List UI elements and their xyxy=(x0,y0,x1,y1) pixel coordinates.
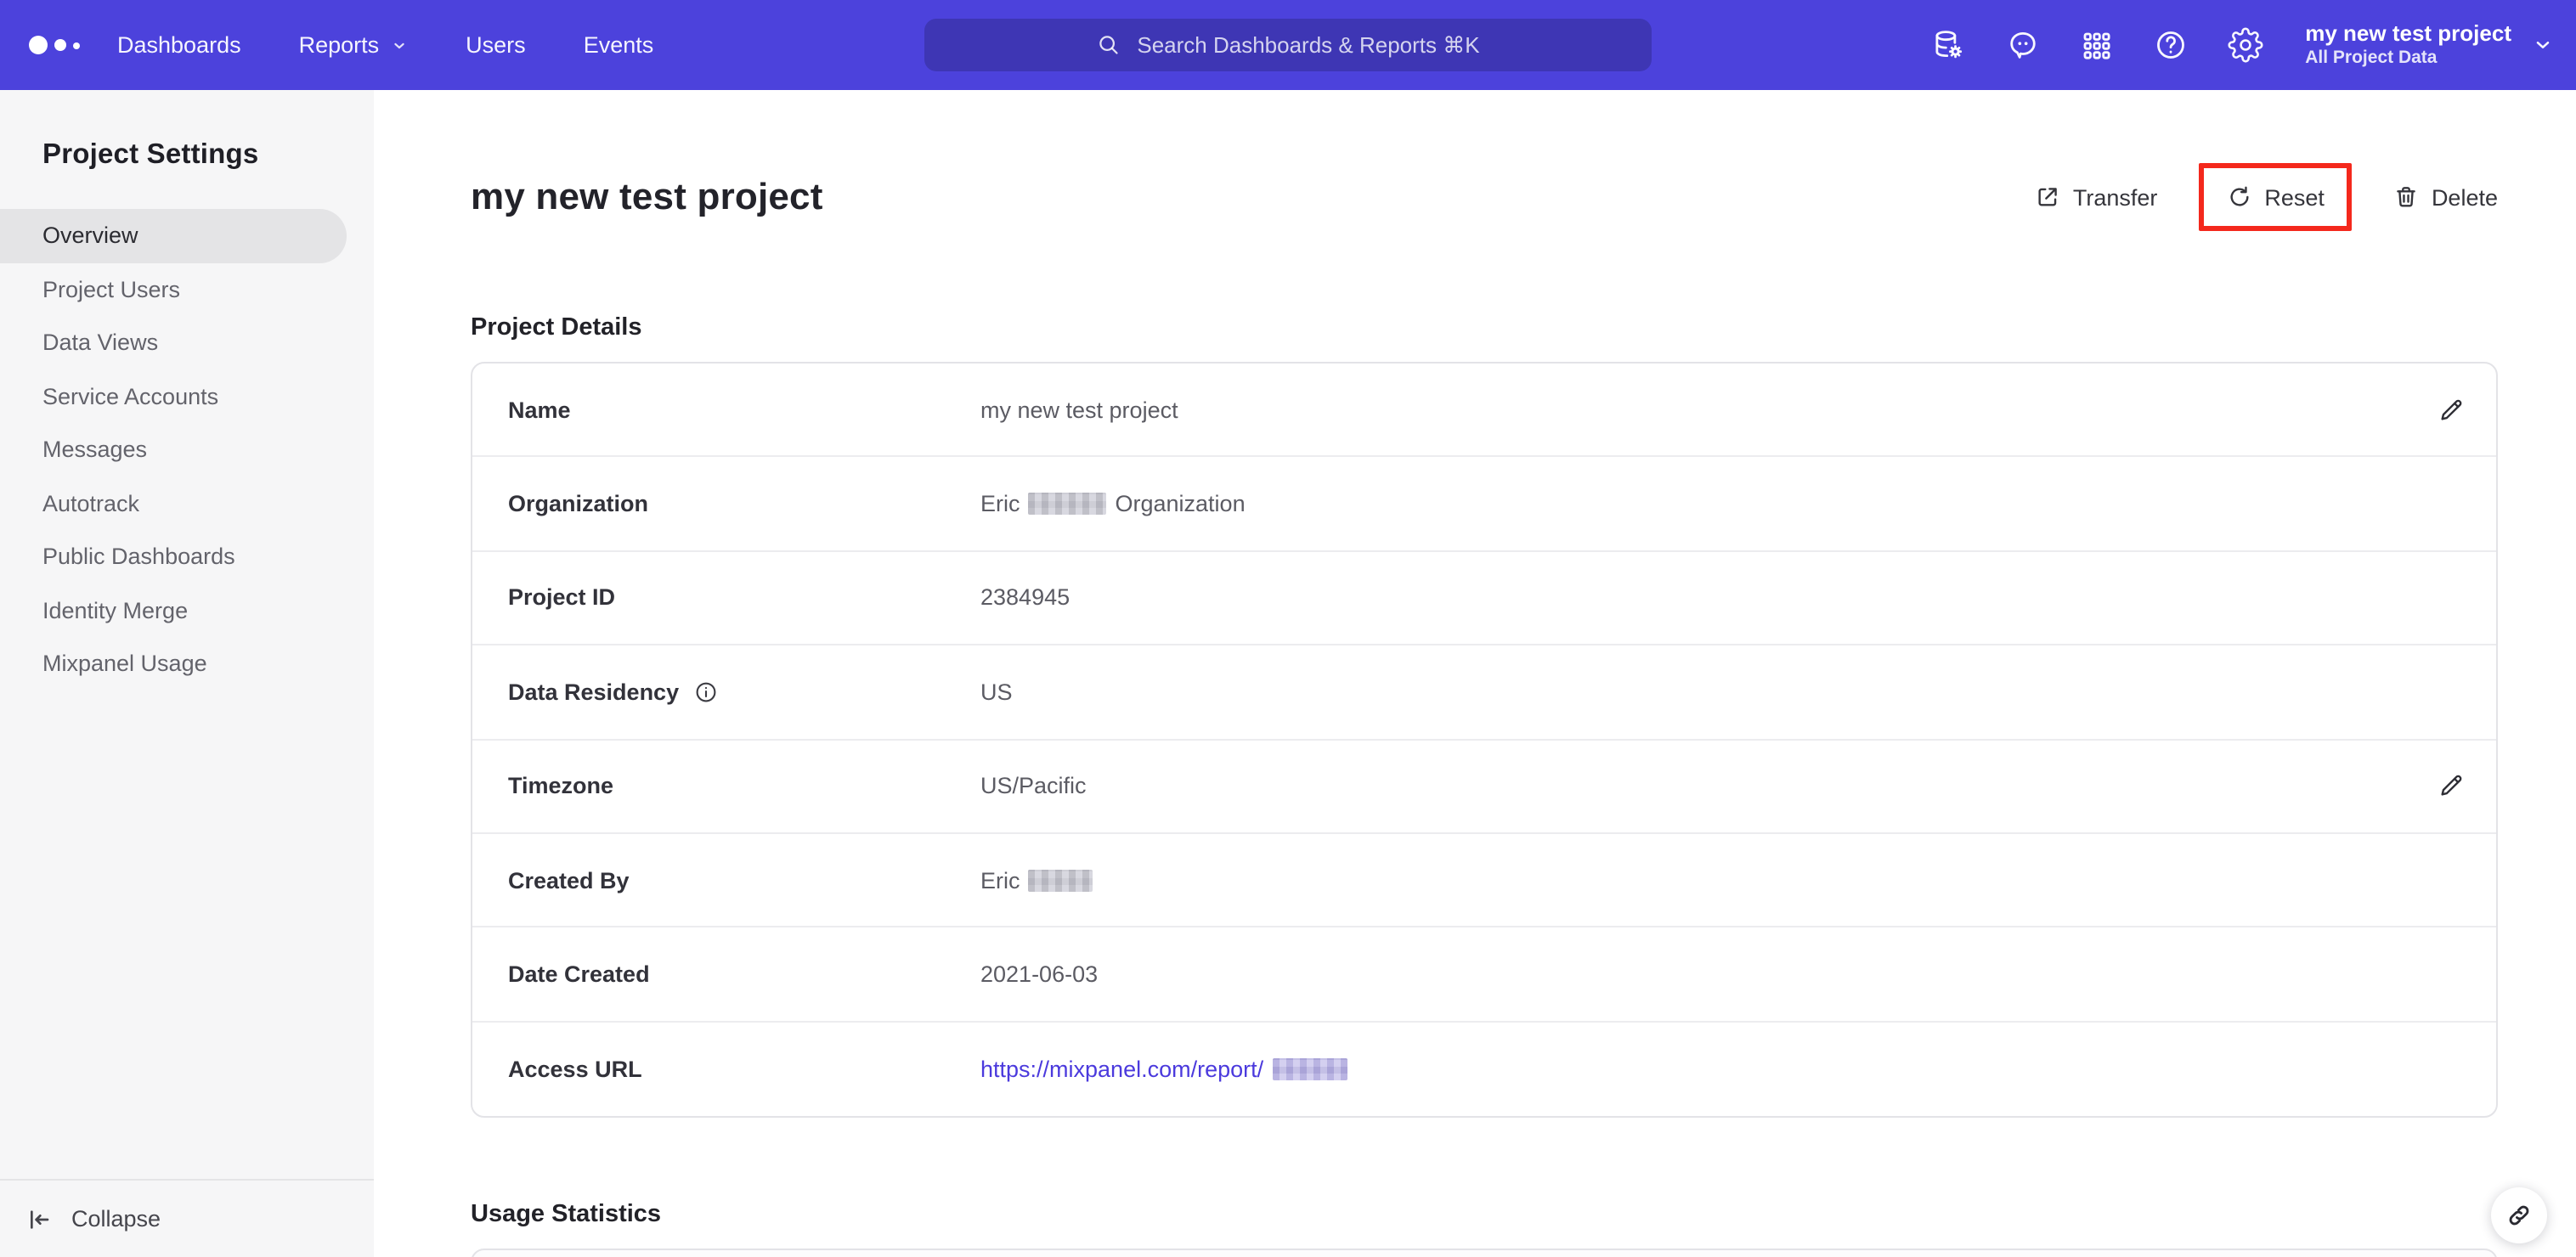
nav-events[interactable]: Events xyxy=(584,32,654,58)
data-residency-label: Data Residency xyxy=(508,679,680,705)
access-url-link[interactable]: https://mixpanel.com/report/ xyxy=(980,1057,1347,1082)
organization-value-prefix: Eric xyxy=(980,491,1020,517)
detail-row-name: Name my new test project xyxy=(472,364,2496,458)
nav-reports[interactable]: Reports xyxy=(299,32,409,58)
project-id-label: Project ID xyxy=(508,584,616,611)
nav-reports-label: Reports xyxy=(298,32,380,58)
feedback-button[interactable] xyxy=(2004,27,2040,63)
nav-right-cluster: my new test project All Project Data xyxy=(1929,0,2554,90)
current-project-name: my new test project xyxy=(2305,20,2511,46)
usage-statistics-heading: Usage Statistics xyxy=(471,1201,662,1229)
transfer-button[interactable]: Transfer xyxy=(2034,183,2158,211)
detail-row-access-url: Access URL https://mixpanel.com/report/ xyxy=(472,1022,2496,1116)
sidebar-item-overview[interactable]: Overview xyxy=(0,209,347,262)
settings-button[interactable] xyxy=(2227,27,2262,63)
project-details-heading: Project Details xyxy=(471,314,642,341)
redacted-text xyxy=(1028,493,1107,516)
timezone-label: Timezone xyxy=(508,773,614,799)
annotation-highlight-box: Reset xyxy=(2198,163,2352,231)
organization-label: Organization xyxy=(508,491,649,517)
pencil-icon xyxy=(2441,399,2462,420)
search-placeholder: Search Dashboards & Reports ⌘K xyxy=(1137,31,1480,57)
detail-row-created-by: Created By Eric xyxy=(472,834,2496,928)
project-actions: Transfer Reset Delete xyxy=(2034,163,2498,231)
collapse-icon xyxy=(31,1209,49,1228)
access-url-label: Access URL xyxy=(508,1056,642,1082)
chevron-down-icon xyxy=(394,42,404,48)
sidebar-title: Project Settings xyxy=(42,139,259,170)
collapse-label: Collapse xyxy=(71,1206,161,1232)
organization-value-suffix: Organization xyxy=(1115,491,1246,517)
created-by-value-prefix: Eric xyxy=(980,867,1020,893)
sidebar-item-messages[interactable]: Messages xyxy=(0,423,347,476)
delete-button[interactable]: Delete xyxy=(2392,183,2498,211)
detail-row-timezone: Timezone US/Pacific xyxy=(472,740,2496,834)
data-pipeline-button[interactable] xyxy=(1929,27,1965,63)
search-icon xyxy=(1099,36,1118,54)
sidebar-item-public-dashboards[interactable]: Public Dashboards xyxy=(0,530,347,583)
transfer-label: Transfer xyxy=(2072,184,2158,210)
detail-row-organization: Organization Eric Organization xyxy=(472,458,2496,552)
access-url-text: https://mixpanel.com/report/ xyxy=(980,1056,1264,1082)
nav-users[interactable]: Users xyxy=(466,32,526,58)
reset-label: Reset xyxy=(2264,184,2325,210)
detail-row-date-created: Date Created 2021-06-03 xyxy=(472,928,2496,1023)
settings-sidebar: Project Settings Overview Project Users … xyxy=(0,90,374,1257)
date-created-value: 2021-06-03 xyxy=(980,961,1099,988)
name-value: my new test project xyxy=(980,397,1178,423)
edit-timezone-button[interactable] xyxy=(2437,772,2466,801)
chat-bubble-icon xyxy=(2009,31,2035,59)
help-button[interactable] xyxy=(2152,27,2188,63)
nav-dashboards[interactable]: Dashboards xyxy=(117,32,241,58)
apps-grid-icon xyxy=(2082,31,2110,59)
logo-dot-icon xyxy=(73,42,80,48)
timezone-value: US/Pacific xyxy=(980,773,1087,799)
info-icon[interactable] xyxy=(692,679,718,705)
gear-icon xyxy=(2227,27,2262,63)
sidebar-item-project-users[interactable]: Project Users xyxy=(0,262,347,316)
sidebar-item-data-views[interactable]: Data Views xyxy=(0,316,347,369)
detail-row-data-residency: Data Residency US xyxy=(472,645,2496,741)
app-window: Dashboards Reports Users Events Search D… xyxy=(0,0,2576,1257)
logo-dot-icon xyxy=(54,39,66,51)
redacted-text xyxy=(1272,1057,1347,1080)
data-residency-value: US xyxy=(980,679,1013,705)
page-title: my new test project xyxy=(471,175,823,217)
trash-icon xyxy=(2397,187,2415,207)
created-by-label: Created By xyxy=(508,867,630,893)
name-label: Name xyxy=(508,397,571,423)
chevron-down-icon xyxy=(2536,41,2550,49)
link-icon xyxy=(2509,1205,2529,1226)
copy-link-button[interactable] xyxy=(2491,1187,2547,1243)
top-nav-bar: Dashboards Reports Users Events Search D… xyxy=(0,0,2576,90)
reset-button[interactable]: Reset xyxy=(2225,183,2325,211)
main-content: my new test project Transfer Reset Delet… xyxy=(374,90,2576,1257)
help-icon xyxy=(2156,31,2184,59)
project-switcher[interactable]: my new test project All Project Data xyxy=(2305,20,2554,70)
sidebar-item-identity-merge[interactable]: Identity Merge xyxy=(0,583,347,637)
project-details-card: Name my new test project Organization Er… xyxy=(471,362,2498,1119)
global-search-input[interactable]: Search Dashboards & Reports ⌘K xyxy=(924,19,1652,71)
date-created-label: Date Created xyxy=(508,961,650,988)
usage-statistics-card xyxy=(471,1249,2498,1257)
transfer-icon xyxy=(2038,188,2057,206)
database-gear-icon xyxy=(1935,31,1962,59)
apps-grid-button[interactable] xyxy=(2079,28,2113,62)
edit-name-button[interactable] xyxy=(2437,395,2466,424)
redacted-text xyxy=(1028,869,1093,892)
primary-nav: Dashboards Reports Users Events xyxy=(117,32,653,58)
mixpanel-logo[interactable] xyxy=(29,36,80,54)
project-id-value: 2384945 xyxy=(980,584,1071,611)
pencil-icon xyxy=(2441,775,2462,797)
delete-label: Delete xyxy=(2431,184,2498,210)
sidebar-nav: Overview Project Users Data Views Servic… xyxy=(0,209,374,691)
current-project-scope: All Project Data xyxy=(2305,48,2438,69)
detail-row-project-id: Project ID 2384945 xyxy=(472,552,2496,646)
sidebar-item-mixpanel-usage[interactable]: Mixpanel Usage xyxy=(0,637,347,691)
logo-dot-icon xyxy=(29,36,48,54)
sidebar-item-autotrack[interactable]: Autotrack xyxy=(0,476,347,530)
collapse-sidebar-button[interactable]: Collapse xyxy=(0,1179,374,1257)
sidebar-item-service-accounts[interactable]: Service Accounts xyxy=(0,369,347,423)
reset-icon xyxy=(2229,186,2248,206)
